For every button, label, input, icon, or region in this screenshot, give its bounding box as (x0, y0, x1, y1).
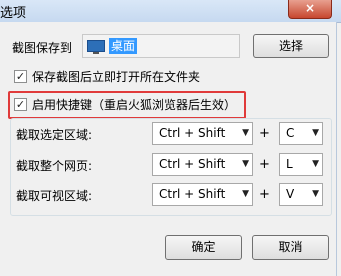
modifier-value: Ctrl + Shift (159, 126, 226, 140)
modifier-select-visible[interactable]: Ctrl + Shift ▼ (152, 183, 253, 206)
cancel-button[interactable]: 取消 (252, 235, 329, 260)
modifier-select-fullpage[interactable]: Ctrl + Shift ▼ (152, 153, 253, 176)
options-dialog: 选项 × 截图保存到 桌面 选择 ✓ 保存截图后立即打开所在文件夹 ✓ 启用快捷… (0, 0, 341, 276)
dropdown-arrow-icon: ▼ (242, 128, 249, 138)
dropdown-arrow-icon: ▼ (242, 159, 249, 169)
key-select-visible[interactable]: V ▼ (279, 183, 323, 206)
key-value: V (286, 187, 295, 201)
checkmark-icon: ✓ (15, 70, 26, 83)
dropdown-arrow-icon: ▼ (312, 128, 319, 138)
dialog-body: 截图保存到 桌面 选择 ✓ 保存截图后立即打开所在文件夹 ✓ 启用快捷键（重启火… (0, 22, 337, 276)
dropdown-arrow-icon: ▼ (312, 159, 319, 169)
modifier-value: Ctrl + Shift (159, 157, 226, 171)
open-folder-checkbox[interactable]: ✓ (14, 70, 27, 83)
save-to-label: 截图保存到 (12, 41, 73, 55)
close-button[interactable]: × (288, 0, 332, 19)
hotkey-label-visible: 截取可视区域: (16, 189, 93, 203)
window-title: 选项 (0, 6, 27, 21)
plus-sign: + (259, 187, 270, 202)
enable-hotkeys-label: 启用快捷键（重启火狐浏览器后生效） (32, 98, 237, 112)
desktop-icon (87, 40, 105, 54)
modifier-value: Ctrl + Shift (159, 187, 226, 201)
key-value: L (286, 157, 293, 171)
key-value: C (286, 126, 295, 140)
hotkey-label-fullpage: 截取整个网页: (16, 159, 93, 173)
key-select-fullpage[interactable]: L ▼ (279, 153, 323, 176)
dropdown-arrow-icon: ▼ (242, 189, 249, 199)
checkmark-icon: ✓ (15, 98, 26, 111)
enable-hotkeys-checkbox[interactable]: ✓ (14, 98, 27, 111)
hotkey-label-selection: 截取选定区域: (16, 128, 93, 142)
dropdown-arrow-icon: ▼ (312, 189, 319, 199)
title-bar: 选项 × (0, 0, 341, 23)
plus-sign: + (259, 126, 270, 141)
plus-sign: + (259, 157, 270, 172)
browse-button[interactable]: 选择 (253, 34, 329, 58)
modifier-select-selection[interactable]: Ctrl + Shift ▼ (152, 122, 253, 145)
ok-button[interactable]: 确定 (165, 235, 242, 260)
save-path-field[interactable]: 桌面 (82, 34, 240, 58)
key-select-selection[interactable]: C ▼ (279, 122, 323, 145)
save-path-value: 桌面 (109, 38, 138, 54)
open-folder-label: 保存截图后立即打开所在文件夹 (32, 70, 201, 84)
